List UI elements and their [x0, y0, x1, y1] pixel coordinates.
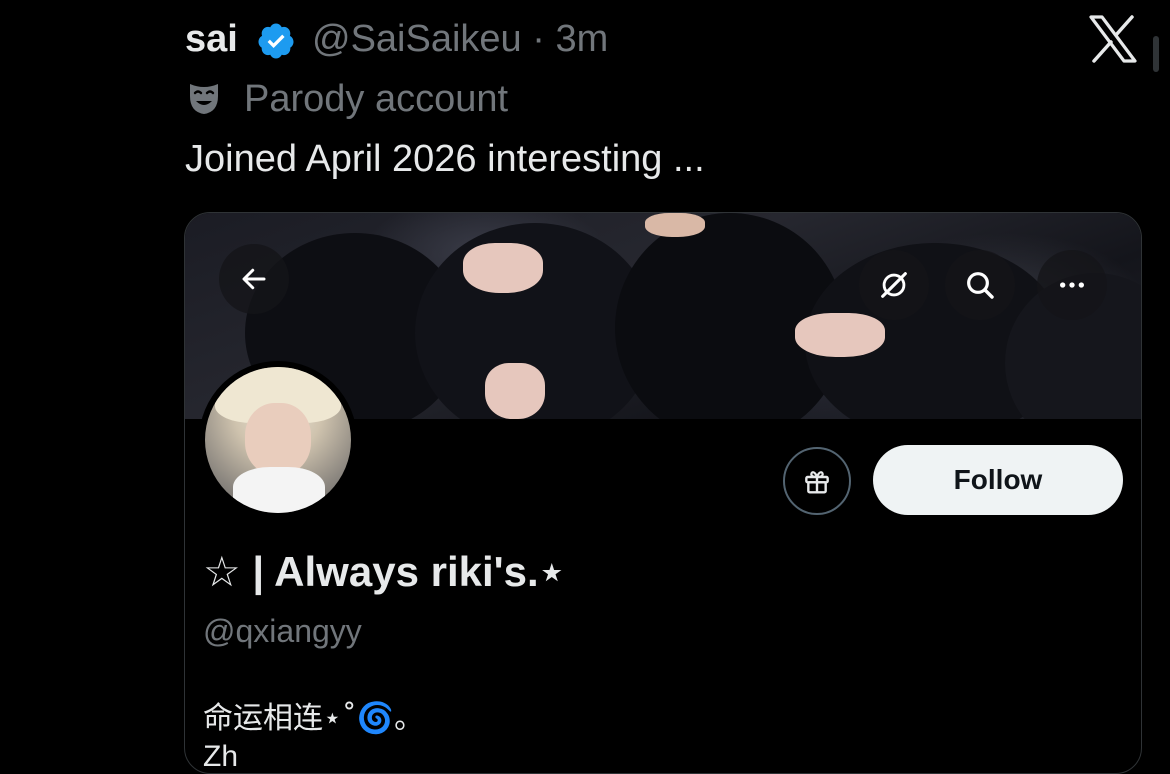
profile-bio-line2: Zh	[203, 740, 239, 773]
embedded-profile-screenshot[interactable]: Follow ☆ | Always riki's.⋆ @qxiangyy 命运相…	[184, 212, 1142, 774]
search-button[interactable]	[945, 250, 1015, 320]
author-name[interactable]: sai	[185, 14, 238, 64]
scrollbar[interactable]	[1153, 36, 1159, 72]
x-logo-icon[interactable]	[1087, 14, 1139, 64]
follow-button[interactable]: Follow	[873, 445, 1123, 515]
grok-button[interactable]	[859, 250, 929, 320]
profile-bio: 命运相连⋆˚🌀。	[203, 701, 425, 736]
more-options-button[interactable]	[1037, 250, 1107, 320]
avatar-photo	[205, 367, 351, 513]
tweet-text: Joined April 2026 interesting ...	[185, 138, 705, 180]
gift-icon	[805, 471, 829, 494]
back-arrow-icon	[242, 268, 266, 290]
back-button[interactable]	[219, 244, 289, 314]
profile-display-name: ☆ | Always riki's.⋆	[203, 548, 565, 595]
profile-avatar[interactable]	[199, 361, 357, 519]
parody-mask-icon	[190, 84, 218, 114]
search-icon	[967, 272, 994, 299]
gift-button[interactable]	[783, 447, 851, 515]
grok-icon	[881, 272, 907, 298]
verified-badge-icon	[258, 23, 294, 59]
parody-account-label: Parody account	[244, 78, 509, 120]
more-icon	[1060, 282, 1084, 288]
author-handle-time[interactable]: @SaiSaikeu · 3m	[312, 14, 608, 64]
profile-handle: @qxiangyy	[203, 613, 362, 649]
